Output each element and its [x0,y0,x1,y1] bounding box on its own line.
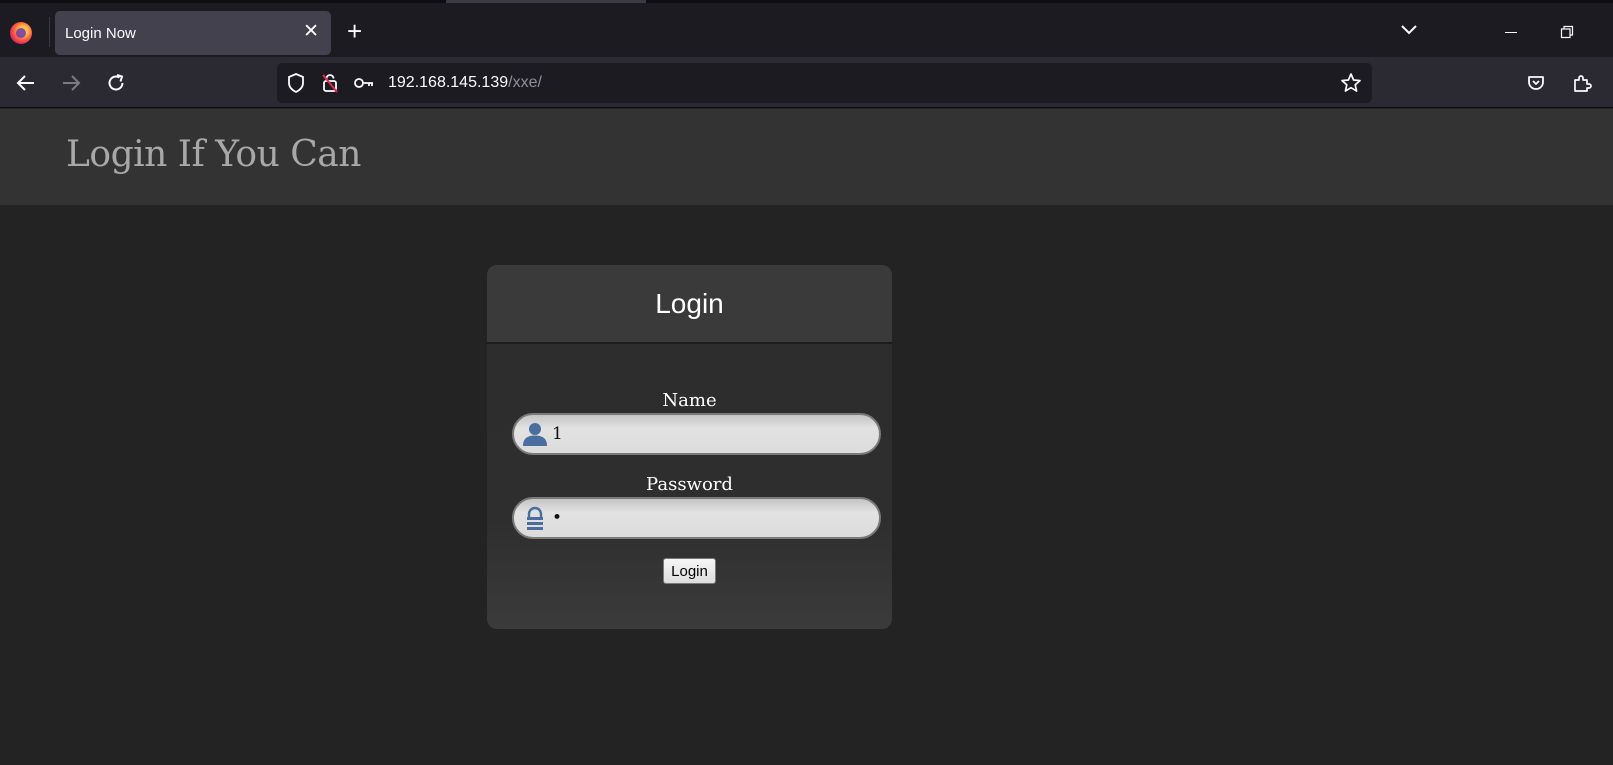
url-text: 192.168.145.139/xxe/ [388,74,542,92]
minimize-icon[interactable] [1505,32,1517,33]
bookmark-star-icon[interactable] [1340,72,1362,94]
login-heading: Login [655,288,724,319]
forward-arrow-icon[interactable] [55,67,87,99]
user-icon [521,421,549,447]
password-input[interactable]: • [512,497,881,539]
back-arrow-icon[interactable] [10,67,42,99]
url-host: 192.168.145.139 [388,74,509,91]
name-input[interactable]: 1 [512,413,881,455]
site-header: Login If You Can [0,109,1613,205]
tab-separator [49,17,50,47]
url-path: /xxe/ [508,74,542,91]
tab-close-icon[interactable]: ✕ [303,21,319,43]
name-label: Name [662,390,717,411]
tab-loading-indicator [446,0,646,3]
tab-login-now[interactable]: Login Now ✕ [55,11,331,55]
firefox-menu-icon[interactable] [10,22,32,44]
address-bar[interactable]: 192.168.145.139/xxe/ [277,63,1372,103]
password-input-value: • [552,508,563,528]
key-icon[interactable] [353,72,375,94]
login-button[interactable]: Login [663,558,716,584]
browser-nav-bar: 192.168.145.139/xxe/ [0,57,1613,108]
insecure-lock-icon[interactable] [319,72,341,94]
login-form: Login Name 1 Password • Login [487,265,892,629]
restore-window-icon[interactable] [1560,25,1574,39]
login-form-header: Login [487,265,892,344]
extensions-icon[interactable] [1566,67,1598,99]
browser-tab-bar: Login Now ✕ + [0,0,1613,57]
password-label: Password [646,474,733,495]
tab-title: Login Now [65,25,136,42]
name-input-value: 1 [552,424,563,444]
new-tab-icon[interactable]: + [347,18,362,44]
shield-icon[interactable] [285,72,307,94]
lock-icon [521,505,549,531]
reload-icon[interactable] [100,67,132,99]
chevron-down-icon[interactable] [1398,19,1420,41]
site-title: Login If You Can [66,134,361,175]
pocket-icon[interactable] [1520,67,1552,99]
